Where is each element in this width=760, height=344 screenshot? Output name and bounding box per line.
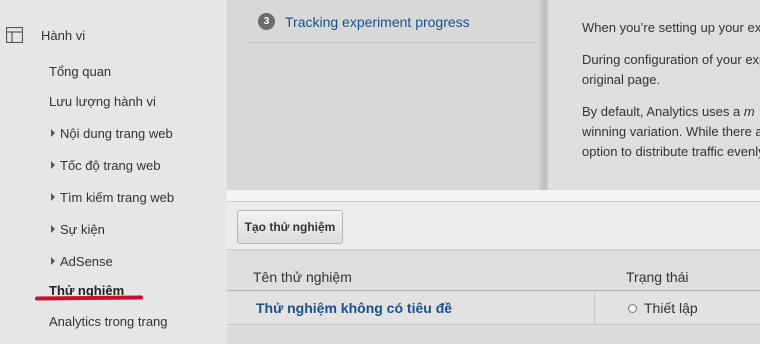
sidebar-item-label: Sự kiện (60, 222, 105, 237)
expand-triangle-icon (51, 225, 55, 233)
table-header-row: Tên thử nghiệm Trạng thái (227, 251, 760, 291)
section-divider (227, 190, 760, 202)
sidebar-item-label: Tổng quan (49, 64, 112, 79)
sidebar-item-site-content[interactable]: Nội dung trang web (49, 126, 173, 141)
step-link-tracking-progress[interactable]: Tracking experiment progress (285, 14, 470, 30)
help-paragraph-3-line-2: winning variation. While there a (582, 124, 760, 139)
column-header-status[interactable]: Trạng thái (626, 269, 689, 285)
experiment-name-link[interactable]: Thử nghiệm không có tiêu đề (256, 300, 452, 316)
layout-icon (5, 26, 24, 44)
sidebar-item-site-search[interactable]: Tìm kiếm trang web (49, 190, 174, 205)
sidebar-item-label: AdSense (60, 254, 113, 269)
sidebar-section-behavior[interactable]: Hành vi (0, 24, 227, 46)
sidebar-item-adsense[interactable]: AdSense (49, 254, 113, 269)
experiments-table: Tên thử nghiệm Trạng thái Thử nghiệm khô… (227, 251, 760, 344)
help-paragraph-2-line-2: original page. (582, 72, 661, 87)
sidebar: Hành vi Tổng quan Lưu lượng hành vi Nội … (0, 0, 227, 344)
divider (248, 42, 536, 43)
step-number-badge: 3 (258, 13, 275, 30)
sidebar-item-label: Lưu lượng hành vi (49, 94, 156, 109)
sidebar-item-label: Tốc độ trang web (60, 158, 161, 173)
table-row: Thử nghiệm không có tiêu đề Thiết lập (227, 292, 760, 325)
help-paragraph-1: When you’re setting up your ex (582, 20, 760, 35)
expand-triangle-icon (51, 193, 55, 201)
steps-panel: 3 Tracking experiment progress (227, 0, 547, 190)
expand-triangle-icon (51, 257, 55, 265)
sidebar-item-site-speed[interactable]: Tốc độ trang web (49, 158, 160, 173)
toolbar: Tạo thử nghiệm (227, 202, 760, 250)
sidebar-item-label: Analytics trong trang (49, 314, 168, 329)
table-footer-area (227, 326, 760, 344)
expand-triangle-icon (51, 129, 55, 137)
sidebar-item-events[interactable]: Sự kiện (49, 222, 105, 237)
help-paragraph-3-line-3: option to distribute traffic evenly (582, 144, 760, 159)
sidebar-item-behavior-flow[interactable]: Lưu lượng hành vi (49, 94, 156, 109)
sidebar-section-label: Hành vi (41, 28, 86, 43)
help-text-prefix: By default, Analytics uses a (582, 104, 744, 119)
sidebar-item-in-page-analytics[interactable]: Analytics trong trang (49, 314, 168, 329)
sidebar-item-label: Nội dung trang web (60, 126, 173, 141)
help-paragraph-3-line-1: By default, Analytics uses a m (582, 102, 755, 122)
expand-triangle-icon (51, 161, 55, 169)
cell-divider (594, 292, 595, 325)
help-text-panel: When you’re setting up your ex During co… (548, 0, 760, 190)
experiment-status: Thiết lập (644, 300, 698, 316)
column-header-name[interactable]: Tên thử nghiệm (253, 269, 352, 285)
sidebar-item-label: Tìm kiếm trang web (60, 190, 175, 205)
help-paragraph-2-line-1: During configuration of your exp (582, 52, 760, 67)
sidebar-item-overview[interactable]: Tổng quan (49, 64, 111, 79)
help-text-emphasis: m (743, 104, 755, 119)
create-experiment-button[interactable]: Tạo thử nghiệm (237, 210, 343, 244)
active-item-underline (34, 295, 144, 301)
status-circle-icon (628, 304, 637, 313)
